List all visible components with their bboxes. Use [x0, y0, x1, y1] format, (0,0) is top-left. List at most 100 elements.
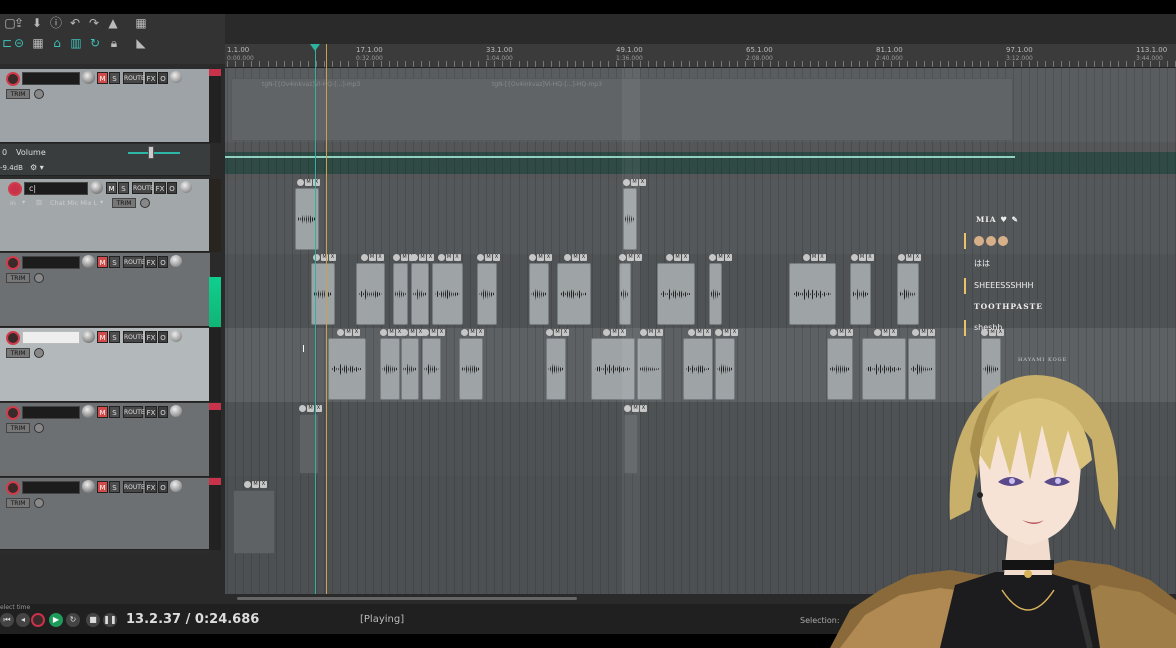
- redo-icon[interactable]: ↷: [87, 16, 101, 30]
- chevron-down-icon[interactable]: ▾: [100, 198, 103, 206]
- item-fx-icon[interactable]: X: [438, 329, 445, 336]
- mute-button[interactable]: M: [97, 481, 108, 493]
- record-arm-button[interactable]: [6, 406, 20, 420]
- volume-knob[interactable]: [82, 405, 95, 418]
- item-fx-icon[interactable]: X: [914, 254, 921, 261]
- record-arm-button[interactable]: [6, 331, 20, 345]
- solo-button[interactable]: S: [118, 182, 129, 194]
- item-lock-icon[interactable]: [898, 254, 905, 261]
- volume-knob[interactable]: [82, 255, 95, 268]
- item-lock-icon[interactable]: [850, 254, 858, 261]
- track-name-field[interactable]: [22, 331, 80, 344]
- time-selection[interactable]: [622, 68, 640, 604]
- edit-cursor[interactable]: [315, 48, 316, 604]
- fx-button[interactable]: FX: [145, 72, 157, 84]
- trim-button[interactable]: TRIM: [6, 273, 30, 283]
- trim-button[interactable]: TRIM: [6, 498, 30, 508]
- media-item[interactable]: [401, 338, 419, 400]
- volume-knob[interactable]: [82, 71, 95, 84]
- solo-button[interactable]: S: [109, 72, 120, 84]
- item-lock-icon[interactable]: [688, 329, 695, 336]
- item-lock-icon[interactable]: [830, 329, 837, 336]
- item-mute-icon[interactable]: M: [469, 329, 476, 336]
- gear-icon[interactable]: ⚙ ▾: [30, 163, 44, 172]
- route-button[interactable]: ROUTE: [123, 406, 145, 418]
- solo-button[interactable]: S: [109, 331, 120, 343]
- item-mute-icon[interactable]: M: [723, 329, 730, 336]
- record-arm-button[interactable]: [8, 182, 22, 196]
- item-mute-icon[interactable]: M: [401, 254, 408, 261]
- envelope-button[interactable]: [34, 89, 44, 99]
- stop-button[interactable]: ■: [86, 613, 100, 627]
- item-fx-icon[interactable]: X: [315, 405, 322, 412]
- item-lock-icon[interactable]: [564, 254, 571, 261]
- info-icon[interactable]: ⓘ: [49, 16, 63, 30]
- media-item[interactable]: [557, 263, 591, 325]
- item-lock-icon[interactable]: [912, 329, 919, 336]
- item-mute-icon[interactable]: M: [696, 329, 703, 336]
- play-button[interactable]: ▶: [49, 613, 63, 627]
- item-fx-icon[interactable]: X: [890, 329, 897, 336]
- volume-knob[interactable]: [90, 181, 103, 194]
- item-mute-icon[interactable]: M: [537, 254, 544, 261]
- media-item[interactable]: [328, 338, 366, 400]
- pan-knob[interactable]: [170, 255, 182, 267]
- item-fx-icon[interactable]: X: [846, 329, 853, 336]
- route-button[interactable]: ROUTE: [132, 182, 154, 194]
- item-lock-icon[interactable]: [477, 254, 484, 261]
- item-fx-icon[interactable]: X: [640, 405, 647, 412]
- item-lock-icon[interactable]: [461, 329, 468, 336]
- envelope-slider-handle[interactable]: [148, 146, 154, 159]
- item-lock-icon[interactable]: [603, 329, 610, 336]
- track-4-header[interactable]: M S ROUTE FX O TRIM: [0, 328, 210, 402]
- item-mute-icon[interactable]: M: [345, 329, 352, 336]
- item-lock-icon[interactable]: [337, 329, 344, 336]
- item-lock-icon[interactable]: [546, 329, 553, 336]
- input-channel-label[interactable]: Chat Mic Mix L: [50, 199, 97, 207]
- input-dropdown-icon[interactable]: ▾: [22, 198, 25, 206]
- record-arm-button[interactable]: [6, 72, 20, 86]
- media-item[interactable]: [789, 263, 836, 325]
- scrollbar-thumb[interactable]: [237, 597, 577, 600]
- undo-icon[interactable]: ↶: [68, 16, 82, 30]
- volume-envelope-header[interactable]: 0 Volume -9.4dB ⚙ ▾: [0, 144, 210, 176]
- grid-lines-icon[interactable]: ▦: [31, 36, 45, 50]
- metronome-icon[interactable]: ▲: [106, 16, 120, 30]
- pan-knob[interactable]: [170, 71, 182, 83]
- item-mute-icon[interactable]: M: [838, 329, 845, 336]
- volume-knob[interactable]: [82, 330, 95, 343]
- item-fx-icon[interactable]: X: [545, 254, 552, 261]
- media-item[interactable]: [546, 338, 566, 400]
- item-mute-icon[interactable]: M: [252, 481, 259, 488]
- item-lock-icon[interactable]: [297, 179, 304, 186]
- route-button[interactable]: ROUTE: [123, 256, 145, 268]
- io-button[interactable]: O: [167, 182, 177, 194]
- track-6-header[interactable]: M S ROUTE FX O TRIM: [0, 478, 210, 550]
- media-item[interactable]: [477, 263, 497, 325]
- io-button[interactable]: O: [158, 256, 168, 268]
- io-button[interactable]: O: [158, 331, 168, 343]
- envelope-button[interactable]: [34, 273, 44, 283]
- item-mute-icon[interactable]: M: [419, 254, 426, 261]
- item-mute-icon[interactable]: M: [485, 254, 492, 261]
- save-icon[interactable]: ⇪: [12, 16, 26, 30]
- envelope-line[interactable]: [225, 156, 1015, 158]
- item-lock-icon[interactable]: [437, 254, 445, 261]
- waveform-icon[interactable]: ▥: [69, 36, 83, 50]
- item-mute-icon[interactable]: M: [717, 254, 724, 261]
- mute-button[interactable]: M: [97, 406, 108, 418]
- pan-knob[interactable]: [170, 480, 182, 492]
- item-lock-icon[interactable]: [299, 405, 306, 412]
- media-item[interactable]: [393, 263, 408, 325]
- envelope-button[interactable]: [34, 498, 44, 508]
- envelope-button[interactable]: [34, 348, 44, 358]
- item-mute-icon[interactable]: M: [409, 329, 416, 336]
- route-button[interactable]: ROUTE: [123, 481, 145, 493]
- media-item[interactable]: [299, 414, 319, 474]
- item-lock-icon[interactable]: [393, 254, 400, 261]
- media-item[interactable]: [715, 338, 735, 400]
- record-button[interactable]: [31, 613, 45, 627]
- route-button[interactable]: ROUTE: [123, 331, 145, 343]
- fx-button[interactable]: FX: [145, 406, 157, 418]
- item-lock-icon[interactable]: [380, 329, 387, 336]
